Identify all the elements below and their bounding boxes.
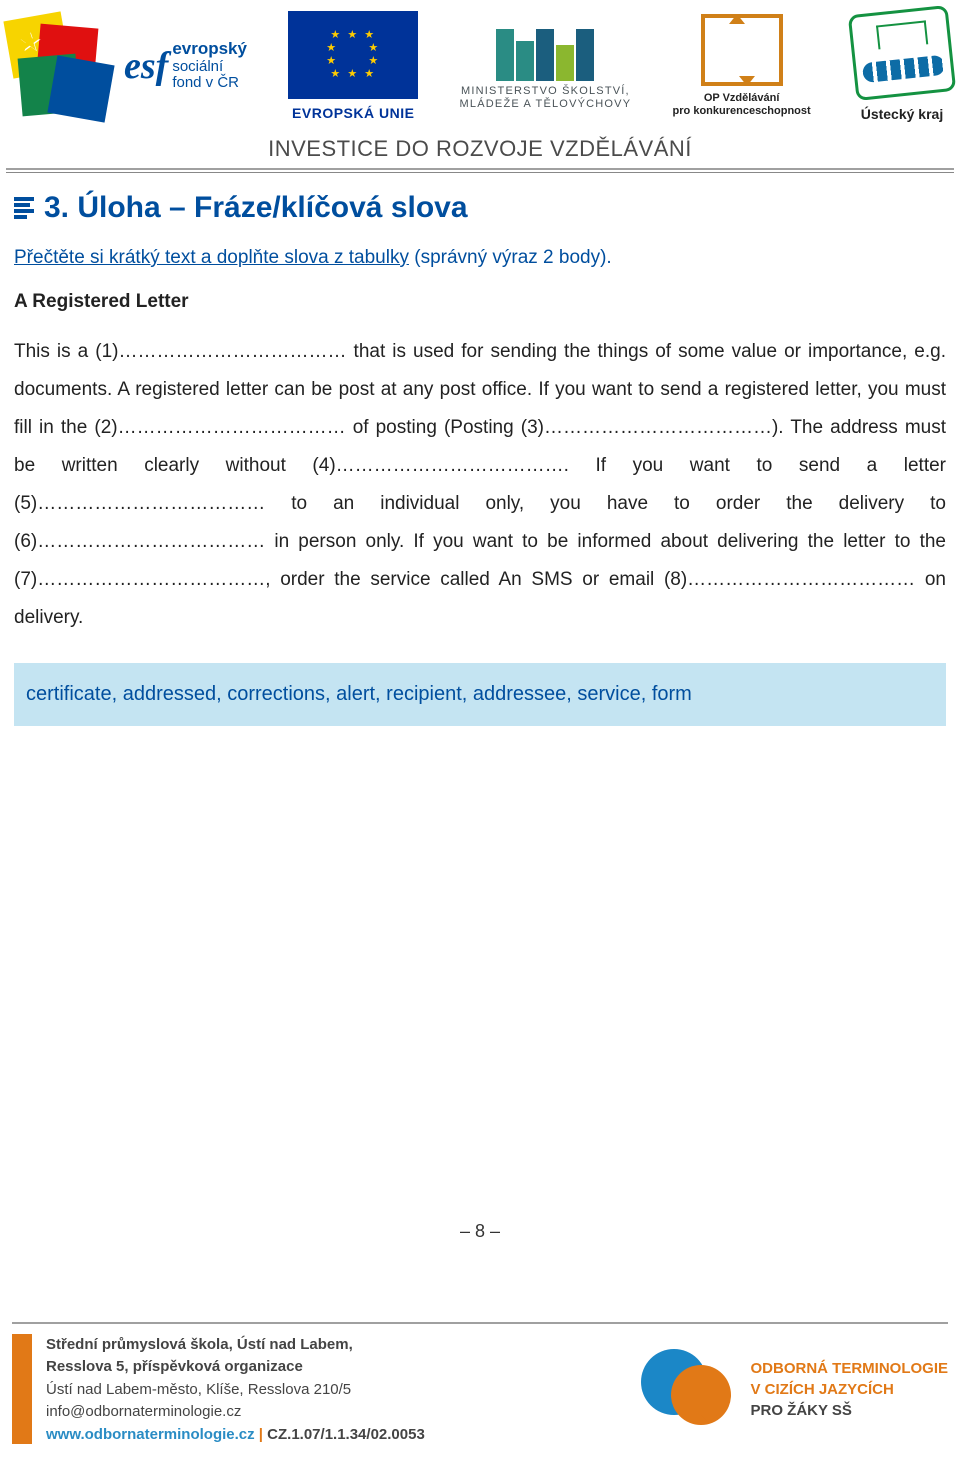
instruction-underline: Přečtěte si krátký text a doplňte slova … <box>14 247 409 268</box>
eu-logo: ★ ★ ★★ ★★ ★★ ★ ★ EVROPSKÁ UNIE <box>288 11 418 121</box>
op-logo: OP Vzdělávání pro konkurenceschopnost <box>673 14 811 118</box>
footer-sep: | <box>259 1426 267 1443</box>
footer-left: Střední průmyslová škola, Ústí nad Labem… <box>12 1334 425 1447</box>
op-text: OP Vzdělávání pro konkurenceschopnost <box>673 92 811 118</box>
eu-flag-icon: ★ ★ ★★ ★★ ★★ ★ ★ <box>288 11 418 99</box>
esf-logo: ★ esf evropský sociální fond v ČR <box>8 16 247 116</box>
section-title-row: 3. Úloha – Fráze/klíčová slova <box>14 191 946 225</box>
esf-text: evropský sociální fond v ČR <box>172 40 247 92</box>
op-icon <box>701 14 783 86</box>
esf-mark: esf <box>124 44 168 88</box>
body-text: This is a (1)……………………………… that is used f… <box>14 333 946 637</box>
msmt-text: MINISTERSTVO ŠKOLSTVÍ, MLÁDEŽE A TĚLOVÝC… <box>460 85 632 111</box>
footer-code: CZ.1.07/1.1.34/02.0053 <box>267 1426 425 1443</box>
msmt-icon <box>460 21 630 81</box>
kraj-logo: Ústecký kraj <box>852 10 952 122</box>
page-number: – 8 – <box>0 1221 960 1242</box>
instruction-tail: (správný výraz 2 body). <box>409 247 612 268</box>
bubbles-icon <box>637 1345 737 1435</box>
header-logos: ★ esf evropský sociální fond v ČR ★ ★ ★★… <box>0 0 960 122</box>
header-tagline: INVESTICE DO ROZVOJE VZDĚLÁVÁNÍ <box>0 136 960 162</box>
divider-top <box>6 168 954 170</box>
eu-label: EVROPSKÁ UNIE <box>292 105 414 121</box>
instruction: Přečtěte si krátký text a doplňte slova … <box>14 247 946 269</box>
kraj-label: Ústecký kraj <box>861 106 944 122</box>
project-text: ODBORNÁ TERMINOLOGIE V CIZÍCH JAZYCÍCH P… <box>751 1358 949 1421</box>
paragraph-icon <box>14 197 34 219</box>
word-bank: certificate, addressed, corrections, ale… <box>14 663 946 726</box>
msmt-logo: MINISTERSTVO ŠKOLSTVÍ, MLÁDEŽE A TĚLOVÝC… <box>460 21 632 111</box>
main-content: 3. Úloha – Fráze/klíčová slova Přečtěte … <box>0 173 960 726</box>
footer-right: ODBORNÁ TERMINOLOGIE V CIZÍCH JAZYCÍCH P… <box>637 1345 949 1435</box>
divider-footer <box>12 1322 948 1324</box>
kraj-icon <box>848 5 956 101</box>
orange-bar-icon <box>12 1334 32 1444</box>
school-text: Střední průmyslová škola, Ústí nad Labem… <box>46 1334 425 1447</box>
footer: Střední průmyslová škola, Ústí nad Labem… <box>0 1322 960 1472</box>
section-title: 3. Úloha – Fráze/klíčová slova <box>44 191 468 225</box>
footer-web: www.odbornaterminologie.cz <box>46 1426 255 1443</box>
document-title: A Registered Letter <box>14 291 946 313</box>
esf-icon: ★ <box>8 16 118 116</box>
